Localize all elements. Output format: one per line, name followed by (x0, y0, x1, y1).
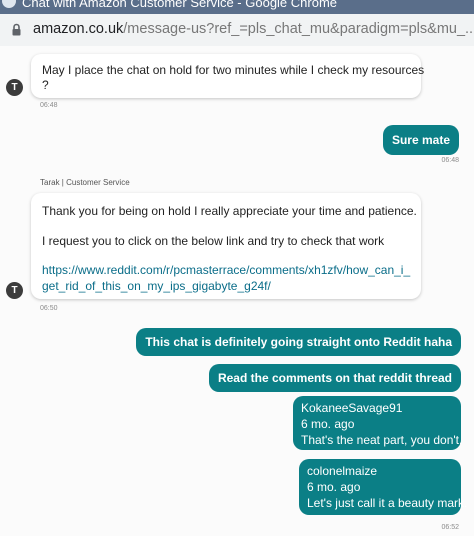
url-text[interactable]: amazon.co.uk/message-us?ref_=pls_chat_mu… (33, 21, 474, 37)
agent-message: Thank you for being on hold I really app… (31, 193, 421, 299)
message-text: I request you to click on the below link… (42, 234, 385, 248)
post-age: 6 mo. ago (301, 417, 355, 431)
user-message: This chat is definitely going straight o… (136, 328, 461, 356)
message-text: That's the neat part, you don't. (301, 433, 463, 447)
user-message: KokaneeSavage91 6 mo. ago That's the nea… (293, 396, 463, 450)
window-title: Chat with Amazon Customer Service - Goog… (22, 0, 338, 10)
lock-icon (12, 23, 21, 36)
reddit-username: colonelmaize (307, 464, 378, 478)
user-message: Read the comments on that reddit thread (208, 364, 461, 392)
reddit-username: KokaneeSavage91 (301, 401, 403, 415)
message-timestamp: 06:50 (40, 305, 58, 312)
agent-avatar: T (6, 79, 23, 96)
message-text: May I place the chat on hold for two min… (42, 63, 425, 77)
message-text: ? (42, 78, 49, 92)
agent-name: Tarak | Customer Service (40, 178, 130, 187)
agent-message: May I place the chat on hold for two min… (31, 54, 425, 98)
address-bar[interactable]: amazon.co.uk/message-us?ref_=pls_chat_mu… (0, 14, 474, 47)
window-titlebar: Chat with Amazon Customer Service - Goog… (0, 0, 474, 14)
agent-avatar: T (6, 282, 23, 299)
post-age: 6 mo. ago (307, 480, 361, 494)
message-timestamp: 06:48 (441, 157, 459, 164)
message-timestamp: 06:48 (40, 102, 58, 109)
message-timestamp: 06:52 (441, 524, 459, 531)
message-text: Let's just call it a beauty mark. (307, 496, 468, 510)
message-text: Thank you for being on hold I really app… (42, 204, 417, 218)
user-message: Sure mate (382, 125, 459, 155)
chrome-logo-icon (2, 0, 16, 8)
reddit-link[interactable]: https://www.reddit.com/r/pcmasterrace/co… (42, 262, 410, 294)
user-message: colonelmaize 6 mo. ago Let's just call i… (299, 459, 467, 515)
chat-transcript[interactable]: May I place the chat on hold for two min… (0, 46, 474, 536)
